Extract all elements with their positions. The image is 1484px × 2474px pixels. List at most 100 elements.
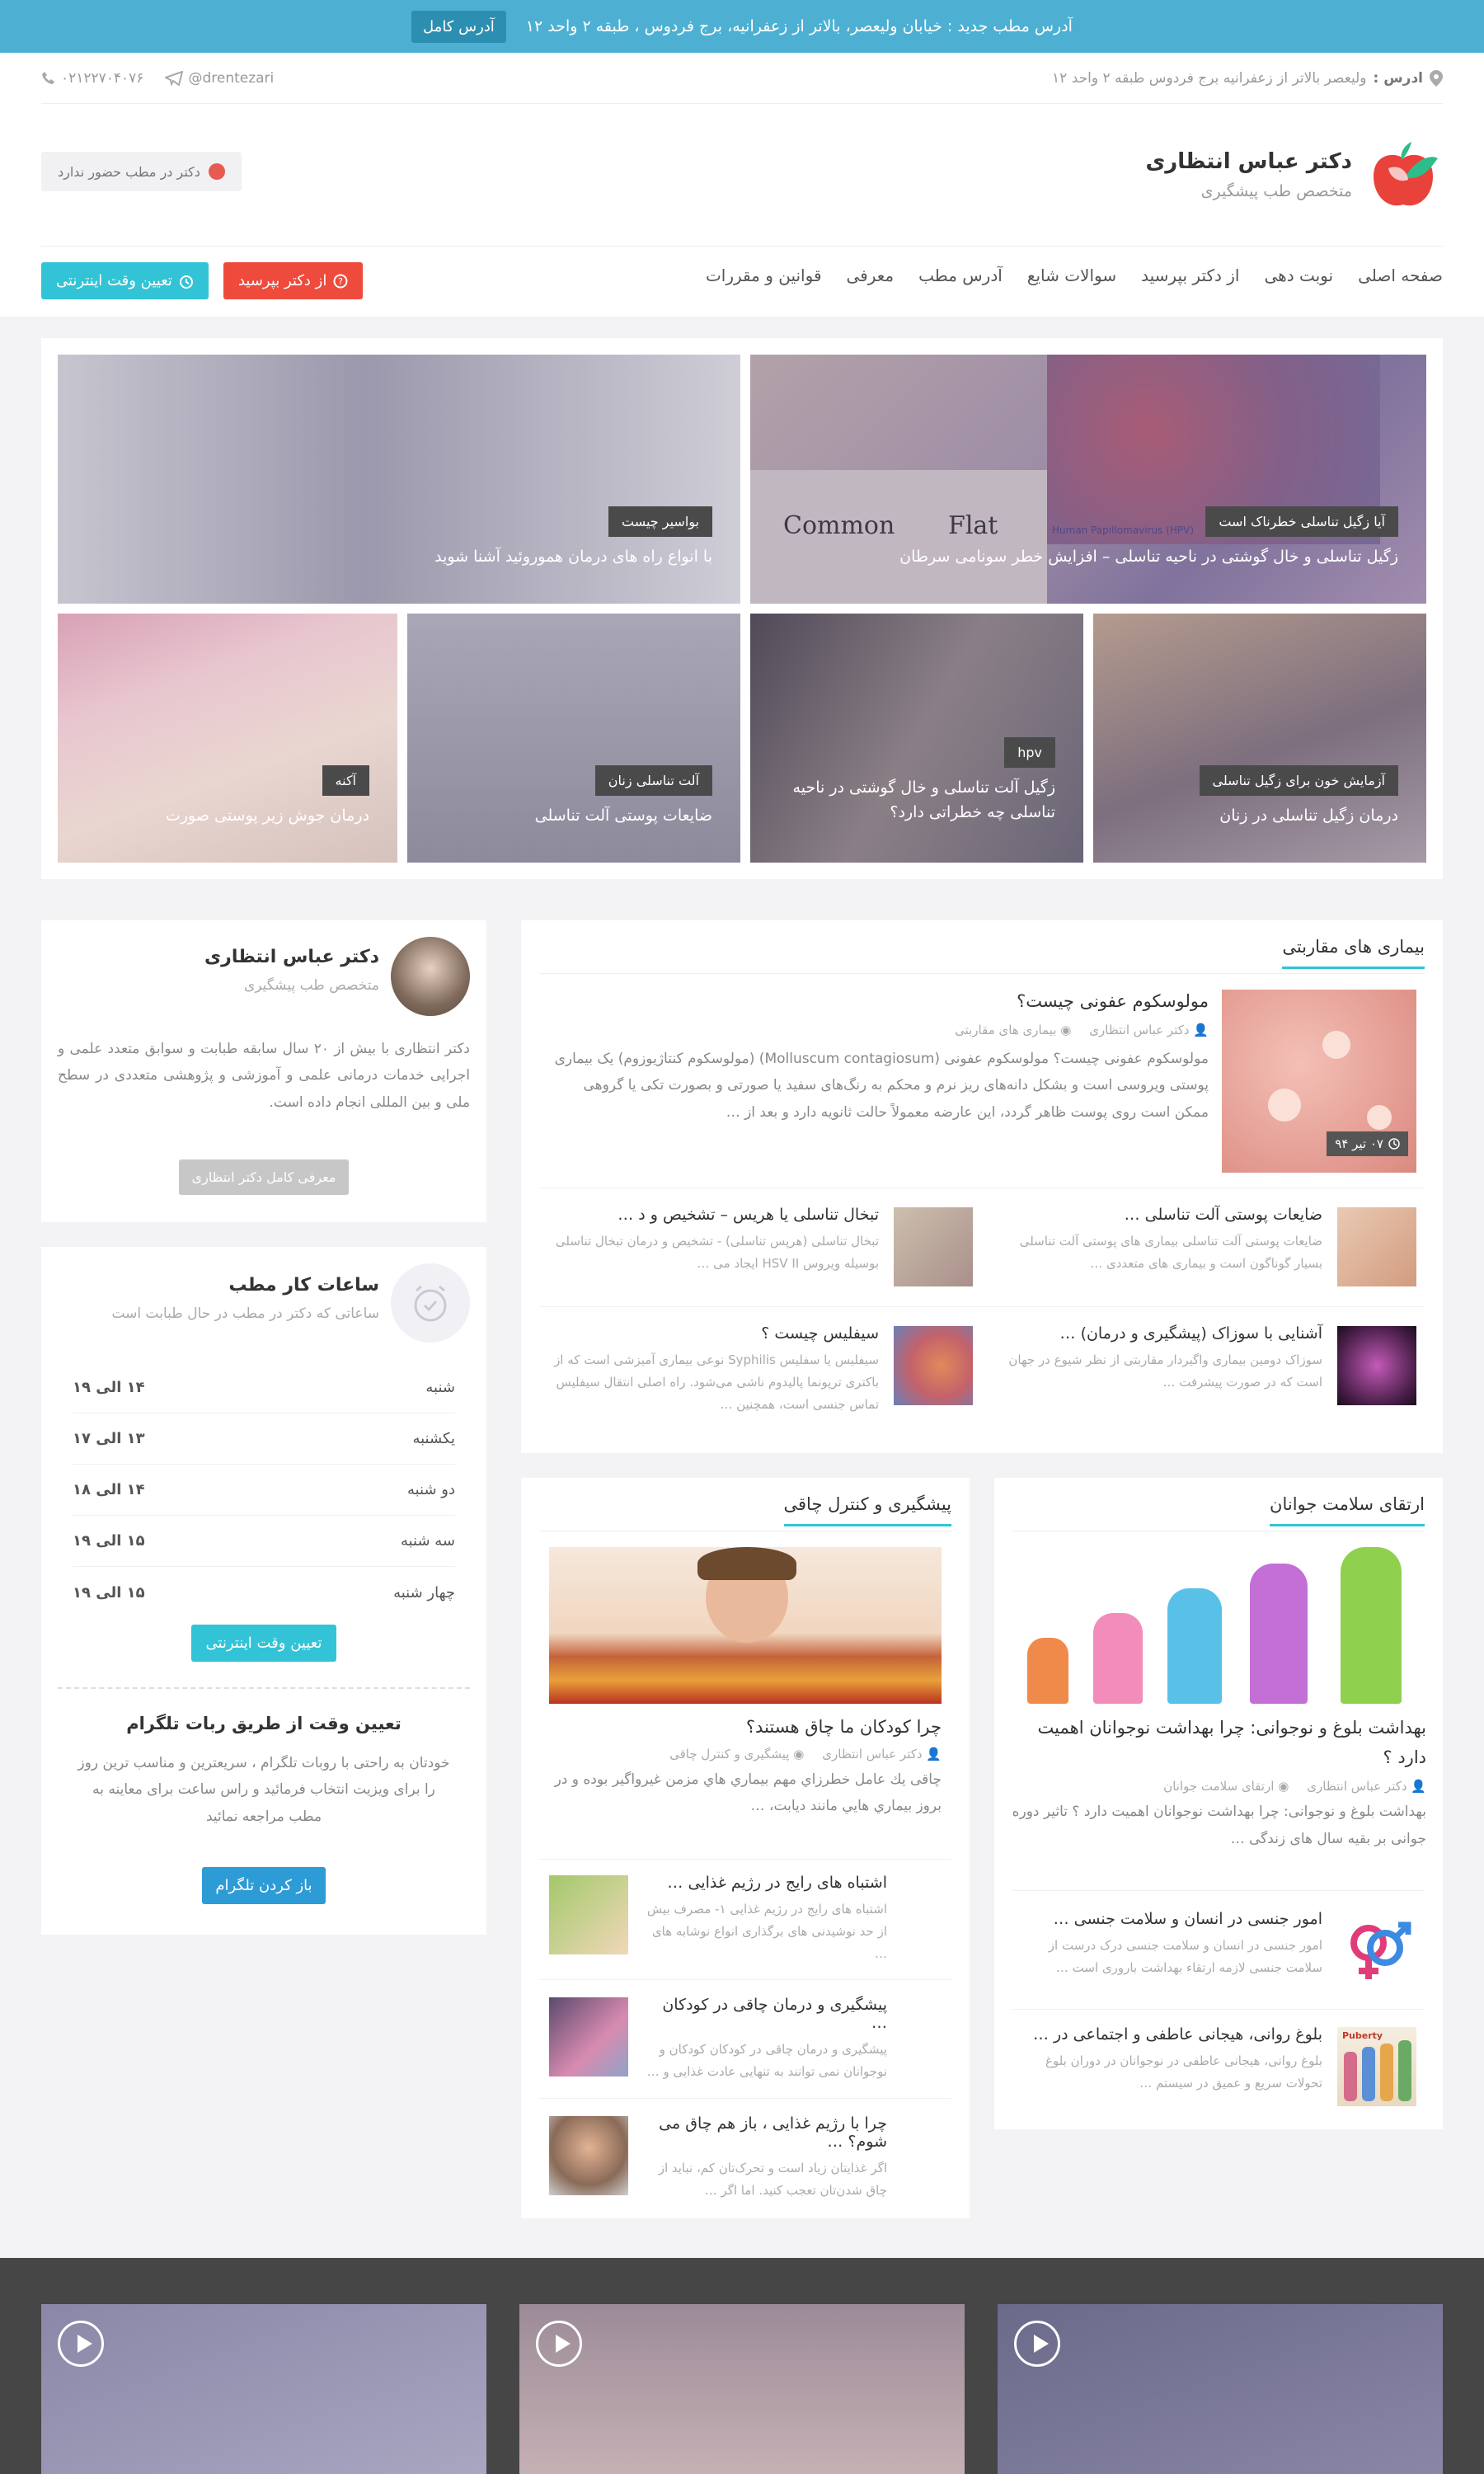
nav-faq[interactable]: سوالات شایع — [1027, 266, 1116, 285]
section-title[interactable]: بیماری های مقاربتی — [1282, 937, 1425, 969]
hero-tag[interactable]: آزمایش خون برای زگیل تناسلی — [1199, 765, 1398, 796]
video-card[interactable] — [998, 2304, 1443, 2474]
hero-caption[interactable]: با انواع راه های درمان هموروئید آشنا شوی… — [434, 544, 712, 569]
post-thumbnail[interactable] — [894, 1207, 973, 1286]
hero-tile[interactable]: Common Flat Human Papillomavirus (HPV) آ… — [750, 355, 1426, 604]
hero-tile[interactable]: hpv زگیل آلت تناسلی و خال گوشتی در ناحیه… — [750, 614, 1083, 863]
nav-ask-doctor[interactable]: از دکتر بپرسید — [1141, 266, 1239, 285]
hero-tile[interactable]: آزمایش خون برای زگیل تناسلی درمان زگیل ت… — [1093, 614, 1426, 863]
author-name[interactable]: دکتر عباس انتظاری — [1089, 1023, 1189, 1037]
featured-post-title[interactable]: مولوسکوم عفونی چیست؟ — [549, 991, 1209, 1011]
hero-tag[interactable]: آکنه — [322, 765, 369, 796]
post-excerpt: ضایعات پوستی آلت تناسلی بیماری های پوستی… — [1019, 1234, 1322, 1271]
divider — [58, 1687, 470, 1689]
featured-post: چرا کودکان ما چاق هستند؟ 👤 دکتر عباس انت… — [538, 1717, 942, 1820]
divider — [41, 246, 1443, 247]
author-name[interactable]: دکتر عباس انتظاری — [822, 1747, 922, 1761]
doctor-profile-card: دکتر عباس انتظاری متخصص طب پیشگیری دکتر … — [41, 920, 486, 1222]
video-card[interactable] — [41, 2304, 486, 2474]
list-item: آشنایی با سوزاک (پیشگیری و درمان) … سوزا… — [1001, 1324, 1322, 1394]
hero-caption[interactable]: زگیل تناسلی و خال گوشتی در ناحیه تناسلی … — [899, 544, 1398, 569]
post-title[interactable]: تبخال تناسلی یا هریس – تشخیص و د … — [549, 1206, 879, 1224]
post-thumbnail[interactable] — [549, 2116, 628, 2195]
featured-post-image[interactable] — [549, 1547, 942, 1704]
day-time: ۱۴ الی ۱۸ — [73, 1481, 145, 1498]
featured-post-title[interactable]: چرا کودکان ما چاق هستند؟ — [538, 1717, 942, 1737]
hero-tag[interactable]: آیا زگیل تناسلی خطرناک است — [1205, 506, 1398, 537]
full-profile-button[interactable]: معرفی کامل دکتر انتظاری — [178, 1159, 350, 1195]
list-item: بلوغ روانی، هیجانی عاطفی و اجتماعی در … … — [1017, 2025, 1322, 2095]
category-name[interactable]: پیشگیری و کنترل چاقی — [669, 1747, 789, 1761]
post-thumbnail[interactable] — [549, 1875, 628, 1954]
hero-tag[interactable]: hpv — [1004, 737, 1055, 768]
post-title[interactable]: اشتباه های رایج در رژیم غذایی … — [645, 1874, 887, 1892]
figure-shape — [1398, 2040, 1411, 2101]
nav-introduction[interactable]: معرفی — [847, 266, 895, 285]
section-title[interactable]: پیشگیری و کنترل چاقی — [783, 1494, 951, 1526]
post-title[interactable]: آشنایی با سوزاک (پیشگیری و درمان) … — [1001, 1324, 1322, 1343]
post-author: 👤 دکتر عباس انتظاری — [1089, 1023, 1209, 1037]
post-title[interactable]: سیفلیس چیست ؟ — [549, 1324, 879, 1343]
post-excerpt: سوزاک دومین بیماری واگیردار مقاربتی از ن… — [1008, 1352, 1322, 1390]
nav-office-address[interactable]: آدرس مطب — [918, 266, 1003, 285]
post-title[interactable]: پیشگیری و درمان چاقی در کودکان … — [645, 1996, 887, 2032]
author-name[interactable]: دکتر عباس انتظاری — [1307, 1779, 1407, 1794]
nav-home[interactable]: صفحه اصلی — [1358, 266, 1443, 285]
brand[interactable]: دکتر عباس انتظاری متخصص طب پیشگیری — [1145, 135, 1443, 214]
hero-tile[interactable]: بواسیر چیست با انواع راه های درمان همورو… — [58, 355, 740, 604]
profile-name[interactable]: دکتر عباس انتظاری — [204, 947, 379, 967]
profile-subtitle: متخصص طب پیشگیری — [243, 977, 379, 994]
post-excerpt: پیشگیری و درمان چاقی در کودکان کودکان و … — [646, 2042, 887, 2079]
section-title[interactable]: ارتقای سلامت جوانان — [1270, 1494, 1425, 1526]
youth-health-section: ارتقای سلامت جوانان بهداشت بلوغ و نوجوان… — [994, 1478, 1443, 2129]
featured-post-title[interactable]: بهداشت بلوغ و نوجوانی: چرا بهداشت نوجوان… — [1011, 1714, 1426, 1772]
post-thumbnail[interactable] — [1337, 1326, 1416, 1405]
hero-tag[interactable]: آلت تناسلی زنان — [594, 765, 712, 796]
day-name: چهار شنبه — [393, 1583, 455, 1602]
play-icon[interactable] — [536, 2321, 582, 2367]
hero-caption[interactable]: زگیل آلت تناسلی و خال گوشتی در ناحیه تنا… — [783, 775, 1055, 825]
featured-post-image[interactable]: ۰۷ تیر ۹۴ — [1222, 990, 1416, 1173]
thumbnail-label: Puberty — [1342, 2030, 1383, 2041]
post-title[interactable]: چرا با رژیم غذایی ، باز هم چاق می شوم؟ … — [645, 2114, 887, 2151]
hero-caption[interactable]: درمان جوش زیر پوستی صورت — [166, 803, 369, 828]
list-item: ضایعات پوستی آلت تناسلی … ضایعات پوستی آ… — [1001, 1206, 1322, 1275]
brand-text: دکتر عباس انتظاری متخصص طب پیشگیری — [1145, 149, 1352, 200]
day-time: ۱۵ الی ۱۹ — [73, 1532, 145, 1550]
lesion-shape — [1268, 1089, 1301, 1122]
hero-tile[interactable]: آلت تناسلی زنان ضایعات پوستی آلت تناسلی — [407, 614, 740, 863]
hero-caption[interactable]: درمان زگیل تناسلی در زنان — [1219, 803, 1398, 828]
hero-tag[interactable]: بواسیر چیست — [608, 506, 712, 537]
profile-header: دکتر عباس انتظاری متخصص طب پیشگیری — [204, 947, 379, 994]
featured-slider: Common Flat Human Papillomavirus (HPV) آ… — [41, 338, 1443, 879]
gender-symbol-icon[interactable] — [1337, 1912, 1416, 1991]
telegram-link[interactable]: @drentezari — [165, 70, 274, 87]
child-figure — [1250, 1564, 1308, 1704]
avatar[interactable] — [391, 937, 470, 1016]
play-icon[interactable] — [1014, 2321, 1060, 2367]
ask-doctor-button[interactable]: ? از دکتر بپرسید — [223, 262, 364, 299]
nav-appointment[interactable]: نوبت دهی — [1264, 266, 1333, 285]
phone-link[interactable]: ۰۲۱۲۲۷۰۴۰۷۶ — [41, 70, 143, 87]
post-thumbnail[interactable] — [549, 1997, 628, 2077]
featured-post-image[interactable] — [1011, 1547, 1426, 1704]
post-title[interactable]: امور جنسی در انسان و سلامت جنسی … — [1017, 1910, 1322, 1928]
post-title[interactable]: ضایعات پوستی آلت تناسلی … — [1001, 1206, 1322, 1224]
online-appointment-button[interactable]: تعیین وقت اینترنتی — [41, 262, 209, 299]
hero-caption[interactable]: ضایعات پوستی آلت تناسلی — [535, 803, 712, 828]
nav-rules[interactable]: قوانین و مقررات — [706, 266, 822, 285]
category-name[interactable]: ارتقای سلامت جوانان — [1163, 1779, 1274, 1794]
open-telegram-button[interactable]: باز کردن تلگرام — [202, 1867, 326, 1904]
full-address-button[interactable]: آدرس کامل — [411, 10, 506, 43]
featured-post-excerpt: مولوسکوم عفونی چیست؟ مولوسکوم عفونی (Mol… — [554, 1051, 1209, 1121]
category-name[interactable]: بیماری های مقاربتی — [955, 1023, 1056, 1037]
post-thumbnail[interactable] — [894, 1326, 973, 1405]
post-thumbnail[interactable] — [1337, 1207, 1416, 1286]
play-icon[interactable] — [58, 2321, 104, 2367]
telegram-handle: @drentezari — [188, 69, 275, 87]
post-title[interactable]: بلوغ روانی، هیجانی عاطفی و اجتماعی در … — [1017, 2025, 1322, 2044]
online-appointment-button[interactable]: تعیین وقت اینترنتی — [190, 1625, 337, 1662]
video-card[interactable] — [519, 2304, 965, 2474]
hero-tile[interactable]: آکنه درمان جوش زیر پوستی صورت — [58, 614, 397, 863]
post-thumbnail[interactable]: Puberty — [1337, 2027, 1416, 2106]
